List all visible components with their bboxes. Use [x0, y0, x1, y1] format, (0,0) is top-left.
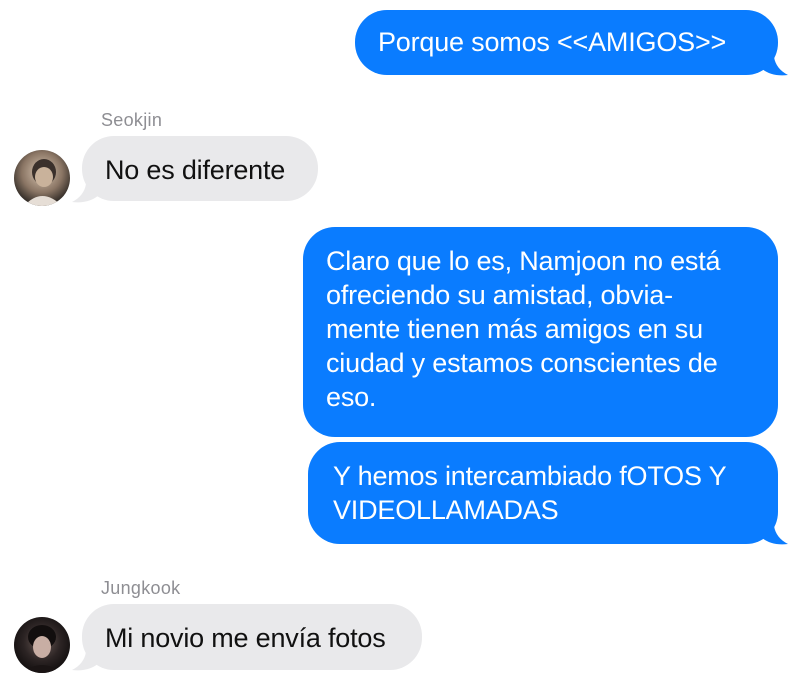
message-line: mente tienen más amigos en su: [326, 314, 703, 344]
sender-name: Seokjin: [101, 110, 163, 130]
message-text: No es diferente: [105, 155, 286, 185]
outgoing-message-bubble[interactable]: Claro que lo es, Namjoon no está ofrecie…: [303, 227, 778, 437]
bubble-tail-icon: [72, 184, 100, 203]
message-line: Y hemos intercambiado fOTOS Y: [333, 461, 727, 491]
message-line: VIDEOLLAMADAS: [333, 495, 559, 525]
sender-name: Jungkook: [101, 578, 181, 598]
profile-photo-icon: [14, 617, 70, 673]
outgoing-message-bubble[interactable]: Y hemos intercambiado fOTOS Y VIDEOLLAMA…: [308, 442, 778, 544]
message-line: Claro que lo es, Namjoon no está: [326, 246, 721, 276]
message-text: Mi novio me envía fotos: [105, 623, 386, 653]
avatar[interactable]: [14, 617, 70, 673]
profile-photo-icon: [14, 150, 70, 206]
bubble-tail-icon: [72, 652, 100, 671]
message-text: Porque somos <<AMIGOS>>: [378, 27, 727, 57]
message-line: ofreciendo su amistad, obvia-: [326, 280, 673, 310]
outgoing-message-bubble[interactable]: Porque somos <<AMIGOS>>: [355, 10, 778, 75]
message-line: eso.: [326, 382, 377, 412]
incoming-message-bubble[interactable]: Mi novio me envía fotos: [82, 604, 422, 670]
avatar[interactable]: [14, 150, 70, 206]
bubble-tail-icon: [760, 526, 788, 545]
bubble-tail-icon: [760, 57, 788, 76]
incoming-message-bubble[interactable]: No es diferente: [82, 136, 318, 201]
message-line: ciudad y estamos conscientes de: [326, 348, 718, 378]
